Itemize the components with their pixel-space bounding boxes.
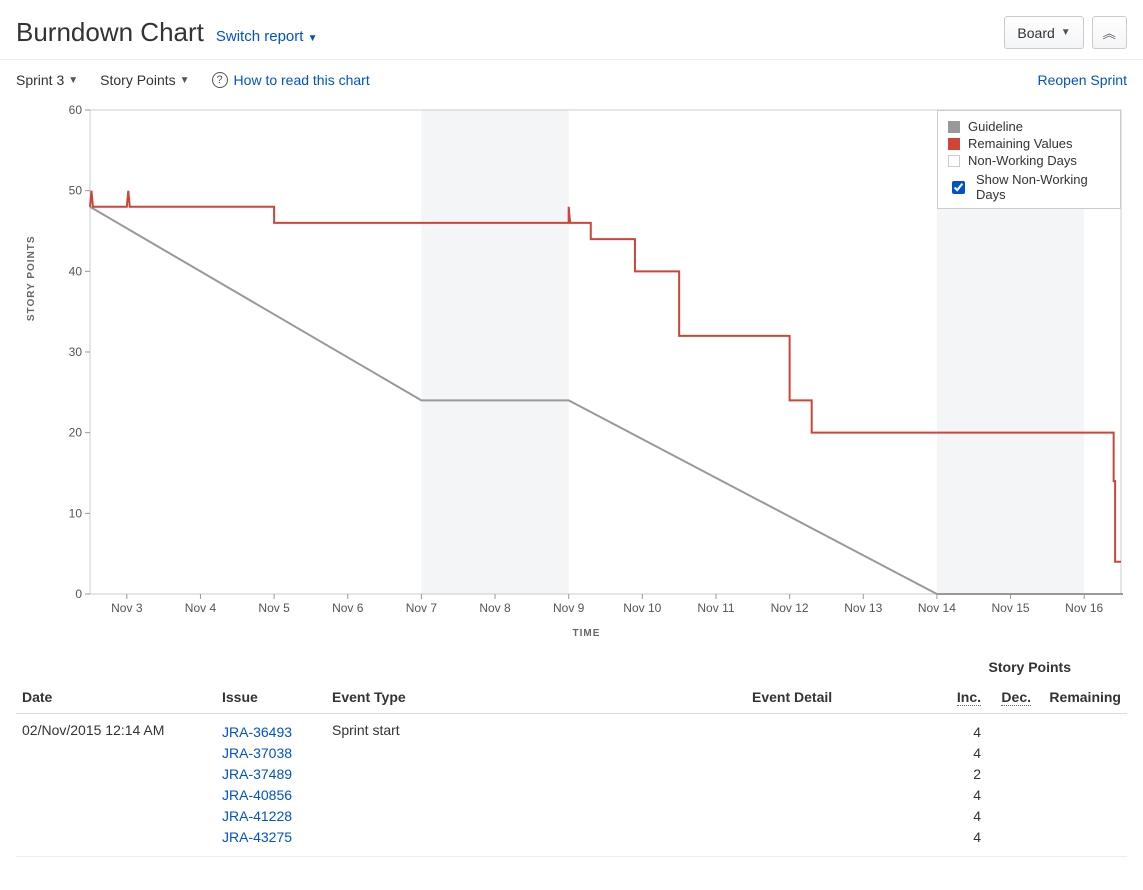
legend-show-nonworking-label: Show Non-Working Days: [976, 172, 1110, 202]
svg-text:Nov 6: Nov 6: [332, 601, 364, 615]
sprint-label: Sprint 3: [16, 72, 64, 88]
issue-link[interactable]: JRA-43275: [222, 827, 320, 848]
toolbar: Sprint 3 ▼ Story Points ▼ ? How to read …: [0, 60, 1143, 100]
square-icon: [948, 138, 960, 150]
svg-text:30: 30: [69, 345, 83, 359]
page-header: Burndown Chart Switch report ▼ Board ▼ ︽: [0, 0, 1143, 59]
events-table-container: Story Points Date Issue Event Type Event…: [0, 659, 1143, 877]
col-dec: Dec.: [987, 681, 1037, 714]
issue-link[interactable]: JRA-36493: [222, 722, 320, 743]
page-title: Burndown Chart: [16, 17, 204, 48]
board-button-label: Board: [1017, 25, 1054, 41]
cell-dec: [987, 714, 1037, 857]
col-issue: Issue: [216, 681, 326, 714]
cell-inc: 442444: [937, 714, 987, 857]
svg-text:40: 40: [69, 264, 83, 278]
x-axis-label: TIME: [50, 628, 1123, 639]
table-header-row: Date Issue Event Type Event Detail Inc. …: [16, 681, 1127, 714]
switch-report-label: Switch report: [216, 28, 304, 45]
reopen-sprint-link[interactable]: Reopen Sprint: [1037, 72, 1127, 88]
svg-text:60: 60: [69, 104, 83, 117]
header-left: Burndown Chart Switch report ▼: [16, 17, 318, 48]
legend-remaining: Remaining Values: [948, 136, 1110, 151]
cell-event-detail: [746, 714, 937, 857]
svg-text:10: 10: [69, 506, 83, 520]
col-inc: Inc.: [937, 681, 987, 714]
col-event-detail: Event Detail: [746, 681, 937, 714]
table-row: 02/Nov/2015 12:14 AMJRA-36493JRA-37038JR…: [16, 714, 1127, 857]
issue-link[interactable]: JRA-37489: [222, 764, 320, 785]
legend-show-nonworking[interactable]: Show Non-Working Days: [948, 172, 1110, 202]
svg-text:Nov 7: Nov 7: [406, 601, 438, 615]
svg-text:0: 0: [75, 587, 82, 601]
issue-link[interactable]: JRA-37038: [222, 743, 320, 764]
legend-guideline-label: Guideline: [968, 119, 1023, 134]
board-button[interactable]: Board ▼: [1004, 16, 1083, 49]
chart-container: STORY POINTS 0 10 20 30 40 50 60 Nov 3 Nov 4 Nov …: [0, 100, 1143, 659]
sprint-dropdown[interactable]: Sprint 3 ▼: [16, 72, 78, 88]
svg-text:Nov 9: Nov 9: [553, 601, 585, 615]
chart-area: STORY POINTS 0102030405060Nov 3Nov 4Nov …: [50, 104, 1123, 624]
svg-text:20: 20: [69, 426, 83, 440]
header-right: Board ▼ ︽: [1004, 16, 1127, 49]
cell-issue: JRA-36493JRA-37038JRA-37489JRA-40856JRA-…: [216, 714, 326, 857]
chevron-down-icon: ▼: [180, 75, 190, 86]
svg-text:Nov 13: Nov 13: [844, 601, 882, 615]
svg-text:50: 50: [69, 184, 83, 198]
collapse-button[interactable]: ︽: [1092, 16, 1127, 49]
svg-text:Nov 14: Nov 14: [918, 601, 956, 615]
how-to-read-link[interactable]: ? How to read this chart: [212, 72, 370, 88]
cell-date: 02/Nov/2015 12:14 AM: [16, 714, 216, 857]
svg-text:Nov 5: Nov 5: [258, 601, 290, 615]
help-icon: ?: [212, 72, 228, 88]
legend-nonworking-label: Non-Working Days: [968, 153, 1077, 168]
svg-text:Nov 4: Nov 4: [185, 601, 217, 615]
chevron-down-icon: ▼: [68, 75, 78, 86]
chart-legend: Guideline Remaining Values Non-Working D…: [937, 110, 1121, 209]
svg-text:Nov 8: Nov 8: [479, 601, 511, 615]
svg-text:Nov 3: Nov 3: [111, 601, 143, 615]
chevron-down-icon: ▼: [308, 33, 318, 44]
svg-text:Nov 15: Nov 15: [992, 601, 1030, 615]
issue-link[interactable]: JRA-40856: [222, 785, 320, 806]
issue-link[interactable]: JRA-41228: [222, 806, 320, 827]
events-table: Date Issue Event Type Event Detail Inc. …: [16, 681, 1127, 857]
cell-remaining: [1037, 714, 1127, 857]
square-icon: [948, 121, 960, 133]
col-remaining: Remaining: [1037, 681, 1127, 714]
show-nonworking-checkbox[interactable]: [952, 181, 965, 194]
chevron-down-icon: ▼: [1061, 27, 1071, 38]
legend-remaining-label: Remaining Values: [968, 136, 1073, 151]
col-date: Date: [16, 681, 216, 714]
how-to-label: How to read this chart: [234, 72, 370, 88]
estimate-dropdown[interactable]: Story Points ▼: [100, 72, 189, 88]
story-points-group-header: Story Points: [16, 659, 1127, 681]
cell-event-type: Sprint start: [326, 714, 746, 857]
chevron-double-up-icon: ︽: [1103, 26, 1116, 41]
svg-text:Nov 11: Nov 11: [697, 601, 734, 615]
legend-nonworking: Non-Working Days: [948, 153, 1110, 168]
switch-report-link[interactable]: Switch report ▼: [216, 28, 318, 45]
svg-text:Nov 16: Nov 16: [1065, 601, 1103, 615]
col-event-type: Event Type: [326, 681, 746, 714]
square-icon: [948, 155, 960, 167]
legend-guideline: Guideline: [948, 119, 1110, 134]
svg-text:Nov 10: Nov 10: [623, 601, 661, 615]
y-axis-label: STORY POINTS: [26, 235, 37, 321]
svg-text:Nov 12: Nov 12: [771, 601, 809, 615]
toolbar-left: Sprint 3 ▼ Story Points ▼ ? How to read …: [16, 72, 370, 88]
estimate-label: Story Points: [100, 72, 175, 88]
